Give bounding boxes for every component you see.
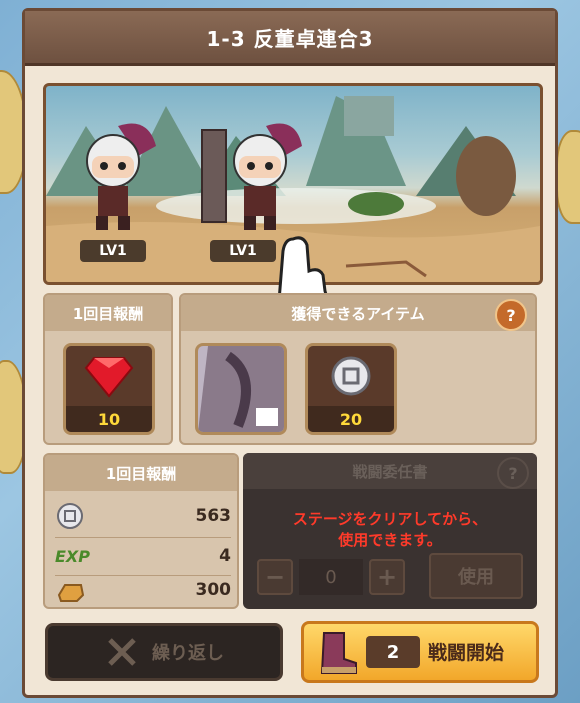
reward-row: EXP 4 — [55, 537, 231, 575]
item-slot[interactable] — [195, 343, 287, 435]
exp-icon: EXP — [55, 546, 90, 566]
unit-sprite[interactable] — [68, 116, 158, 236]
silver-coin-icon — [331, 356, 371, 396]
first-reward-box: 1回目報酬 10 — [43, 293, 173, 445]
battle-delegation-box: 戦闘委任書 ? ステージをクリアしてから、 使用できます。 − 0 + 使用 — [243, 453, 537, 609]
crossed-swords-icon — [108, 638, 136, 666]
boot-stamina-icon — [320, 632, 357, 674]
reward-value: 300 — [195, 580, 232, 600]
warning-line: 使用できます。 — [338, 531, 442, 549]
reward-list-box: 1回目報酬 563 EXP 4 300 — [43, 453, 239, 609]
unit-sprite[interactable] — [196, 116, 306, 236]
map-background-land — [556, 130, 580, 224]
gold-bar-icon — [57, 584, 85, 602]
reward-value: 563 — [195, 506, 232, 526]
reward-value: 4 — [219, 546, 231, 566]
reward-list-header: 1回目報酬 — [45, 455, 237, 491]
stage-info-panel: 1-3 反董卓連合3 LV1 LV1 1回目報酬 10 獲得できるアイテム ? … — [22, 8, 558, 698]
first-reward-header: 1回目報酬 — [45, 295, 171, 331]
increase-button[interactable]: + — [369, 559, 405, 595]
reward-count: 10 — [66, 406, 152, 432]
repeat-button[interactable]: 繰り返し — [45, 623, 283, 681]
quantity-field[interactable]: 0 — [299, 559, 363, 595]
stamina-cost: 2 — [366, 636, 420, 668]
reward-row: 300 — [55, 571, 231, 609]
help-button[interactable]: ? — [495, 299, 527, 331]
start-battle-label: 戦闘開始 — [428, 642, 505, 664]
repeat-button-label: 繰り返し — [152, 643, 224, 664]
help-button[interactable]: ? — [497, 457, 529, 489]
character-fragment-icon — [198, 346, 284, 432]
item-slot[interactable]: 20 — [305, 343, 397, 435]
warning-line: ステージをクリアしてから、 — [292, 510, 488, 528]
delegation-header: 戦闘委任書 — [243, 453, 537, 489]
red-gem-icon — [84, 357, 134, 398]
obtainable-items-header: 獲得できるアイテム — [181, 295, 535, 331]
delegation-warning: ステージをクリアしてから、 使用できます。 — [243, 509, 537, 551]
use-button[interactable]: 使用 — [429, 553, 523, 599]
reward-row: 563 — [55, 497, 231, 535]
item-count: 20 — [308, 406, 394, 432]
reward-slot[interactable]: 10 — [63, 343, 155, 435]
start-battle-button[interactable]: 2 戦闘開始 — [301, 621, 539, 683]
stage-title: 1-3 反董卓連合3 — [25, 11, 555, 66]
silver-coin-icon — [57, 503, 83, 529]
unit-level-badge: LV1 — [80, 240, 146, 262]
obtainable-items-box: 獲得できるアイテム ? 20 — [179, 293, 537, 445]
decrease-button[interactable]: − — [257, 559, 293, 595]
